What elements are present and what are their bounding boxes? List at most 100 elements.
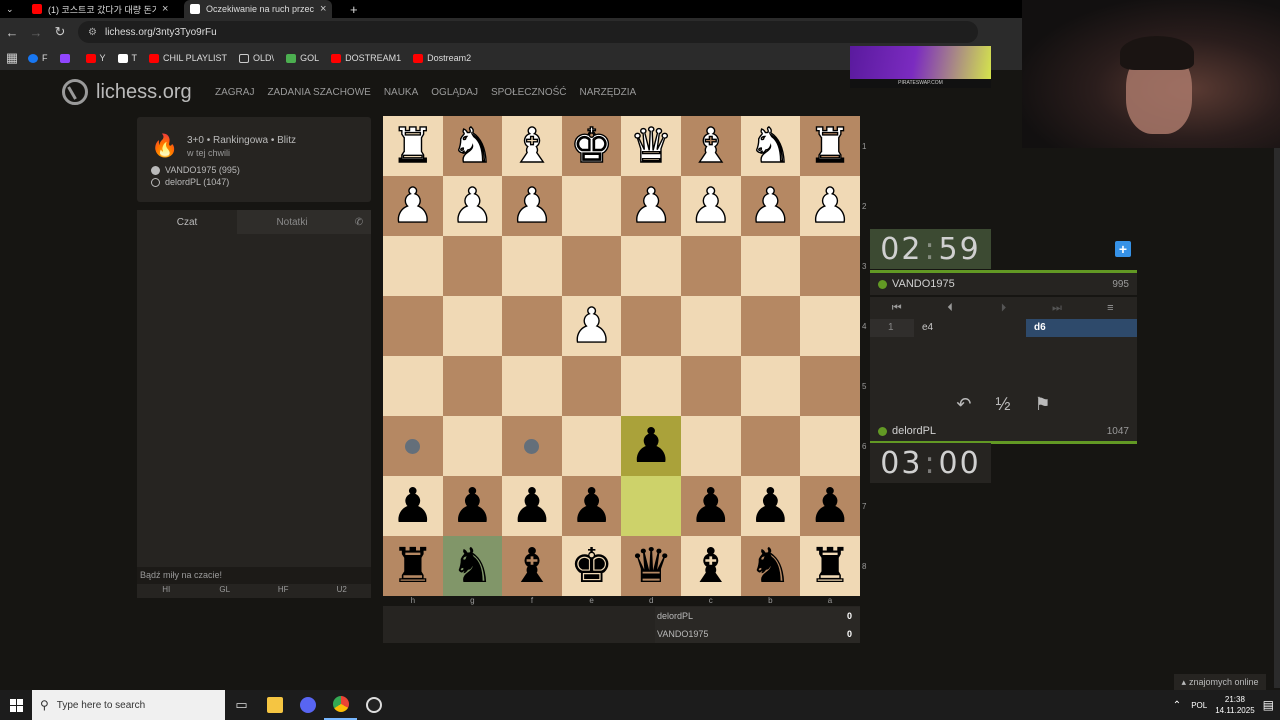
tab-chat[interactable]: Czat (137, 210, 237, 234)
white-king-icon[interactable]: ♚ (569, 116, 613, 176)
square-a2[interactable]: ♟ (800, 176, 860, 236)
square-h1[interactable]: ♜ (383, 116, 443, 176)
black-pawn-icon[interactable]: ♟ (808, 476, 851, 536)
prev-move-icon[interactable]: ⏴ (923, 302, 976, 315)
square-a7[interactable]: ♟ (800, 476, 860, 536)
lichess-logo[interactable]: lichess.org (62, 79, 192, 105)
square-d8[interactable]: ♛ (621, 536, 681, 596)
square-d4[interactable] (621, 296, 681, 356)
chevron-up-icon[interactable]: ⌃ (1173, 700, 1181, 711)
bookmark-facebook[interactable]: F (28, 53, 48, 63)
bookmark-dostream1[interactable]: DOSTREAM1 (331, 53, 401, 63)
square-g5[interactable] (442, 356, 503, 416)
nav-play[interactable]: ZAGRAJ (215, 87, 254, 98)
white-player-line[interactable]: VANDO1975 (995) (151, 165, 240, 175)
square-g7[interactable]: ♟ (442, 476, 503, 536)
player-name[interactable]: delordPL (892, 425, 936, 437)
square-h3[interactable] (383, 236, 443, 296)
draw-offer-button[interactable]: ½ (995, 394, 1010, 415)
black-pawn-icon[interactable]: ♟ (510, 476, 553, 536)
black-pawn-icon[interactable]: ♟ (391, 476, 434, 536)
move-dest-dot[interactable] (524, 438, 540, 454)
bookmark-x[interactable]: T (117, 53, 137, 63)
bookmark-gol[interactable]: GOL (286, 53, 319, 63)
square-d5[interactable] (621, 356, 681, 416)
black-knight-icon[interactable]: ♞ (749, 536, 792, 596)
square-a3[interactable] (800, 236, 860, 296)
nav-community[interactable]: SPOŁECZNOŚĆ (491, 87, 567, 98)
square-c5[interactable] (681, 356, 741, 416)
square-h6[interactable] (383, 416, 443, 476)
square-a6[interactable] (800, 416, 860, 476)
chat-input[interactable]: Bądź miły na czacie! (137, 567, 371, 584)
square-b1[interactable]: ♞ (740, 116, 801, 176)
square-h5[interactable] (383, 356, 443, 416)
phone-icon[interactable]: ✆ (347, 210, 371, 234)
tab-notes[interactable]: Notatki (237, 210, 347, 234)
square-c2[interactable]: ♟ (681, 176, 741, 236)
square-f8[interactable]: ♝ (502, 536, 562, 596)
square-b6[interactable] (740, 416, 801, 476)
resign-flag-icon[interactable]: ⚑ (1034, 394, 1050, 415)
site-info-icon[interactable]: ⚙ (88, 27, 97, 38)
black-knight-icon[interactable]: ♞ (451, 536, 494, 596)
discord-icon[interactable] (291, 690, 324, 720)
white-bishop-icon[interactable]: ♝ (689, 116, 733, 176)
notification-icon[interactable]: ▤ (1263, 698, 1274, 712)
square-g6[interactable] (442, 416, 503, 476)
black-king-icon[interactable]: ♚ (570, 536, 613, 596)
next-move-icon[interactable]: ⏵ (977, 302, 1030, 315)
white-rook-icon[interactable]: ♜ (808, 116, 852, 176)
square-c3[interactable] (681, 236, 741, 296)
takeback-icon[interactable]: ↶ (956, 394, 971, 415)
square-b4[interactable] (740, 296, 801, 356)
white-pawn-icon[interactable]: ♟ (629, 176, 673, 236)
scrollbar[interactable] (1274, 148, 1280, 688)
black-pawn-icon[interactable]: ♟ (689, 476, 732, 536)
square-c1[interactable]: ♝ (681, 116, 741, 176)
move-dest-dot[interactable] (405, 438, 421, 454)
url-input[interactable]: ⚙ lichess.org/3nty3Tyo9rFu (78, 21, 978, 43)
nav-learn[interactable]: NAUKA (384, 87, 418, 98)
square-e4[interactable]: ♟ (561, 296, 622, 356)
black-rook-icon[interactable]: ♜ (808, 536, 851, 596)
tab-lichess[interactable]: Oczekiwanie na ruch przeciwnika × (184, 0, 333, 18)
bookmark-youtube[interactable]: Y (85, 53, 106, 63)
nav-watch[interactable]: OGLĄDAJ (431, 87, 478, 98)
square-g8[interactable]: ♞ (442, 536, 503, 596)
square-a8[interactable]: ♜ (800, 536, 860, 596)
close-tab-icon[interactable]: × (162, 3, 168, 15)
square-b5[interactable] (740, 356, 801, 416)
bookmark-chil-playlist[interactable]: CHIL PLAYLIST (149, 53, 227, 63)
black-pawn-icon[interactable]: ♟ (749, 476, 792, 536)
chess-board[interactable]: ♜ ♞ ♝ ♚ ♛ ♝ ♞ ♜ ♟ ♟ ♟ ♟ ♟ ♟ ♟ ♟ ♟ ♟ ♟ ♟ ♟ ♟ ♟ ♟ ♜ ♞ ♝ ♚ ♛ ♝ ♞ ♜ (383, 116, 860, 596)
square-f3[interactable] (502, 236, 562, 296)
square-f5[interactable] (502, 356, 562, 416)
last-move-icon[interactable]: ⏭ (1030, 302, 1083, 315)
move-white[interactable]: e4 (914, 319, 1026, 337)
white-rook-icon[interactable]: ♜ (391, 116, 435, 176)
black-queen-icon[interactable]: ♛ (630, 536, 673, 596)
nav-puzzles[interactable]: ZADANIA SZACHOWE (267, 87, 370, 98)
white-pawn-icon[interactable]: ♟ (808, 176, 852, 236)
square-b3[interactable] (740, 236, 801, 296)
square-e1[interactable]: ♚ (561, 116, 622, 176)
black-pawn-icon[interactable]: ♟ (630, 416, 673, 476)
new-tab-button[interactable]: + (344, 0, 364, 18)
square-f4[interactable] (502, 296, 562, 356)
square-e6[interactable] (561, 416, 622, 476)
tab-youtube[interactable]: (1) 코스트코 갔다가 대량 돈가스... × (26, 0, 174, 18)
white-pawn-icon[interactable]: ♟ (689, 176, 733, 236)
square-f1[interactable]: ♝ (502, 116, 562, 176)
player-bar[interactable]: delordPL 1047 (870, 420, 1137, 442)
obs-icon[interactable] (357, 690, 390, 720)
friends-online-button[interactable]: ▴ znajomych online (1174, 674, 1266, 690)
white-pawn-icon[interactable]: ♟ (510, 176, 554, 236)
square-h7[interactable]: ♟ (383, 476, 443, 536)
square-d2[interactable]: ♟ (621, 176, 681, 236)
preset-gl[interactable]: GL (196, 585, 255, 598)
square-g2[interactable]: ♟ (442, 176, 503, 236)
square-g3[interactable] (442, 236, 503, 296)
task-view-icon[interactable]: ▭ (225, 690, 258, 720)
black-pawn-icon[interactable]: ♟ (570, 476, 613, 536)
